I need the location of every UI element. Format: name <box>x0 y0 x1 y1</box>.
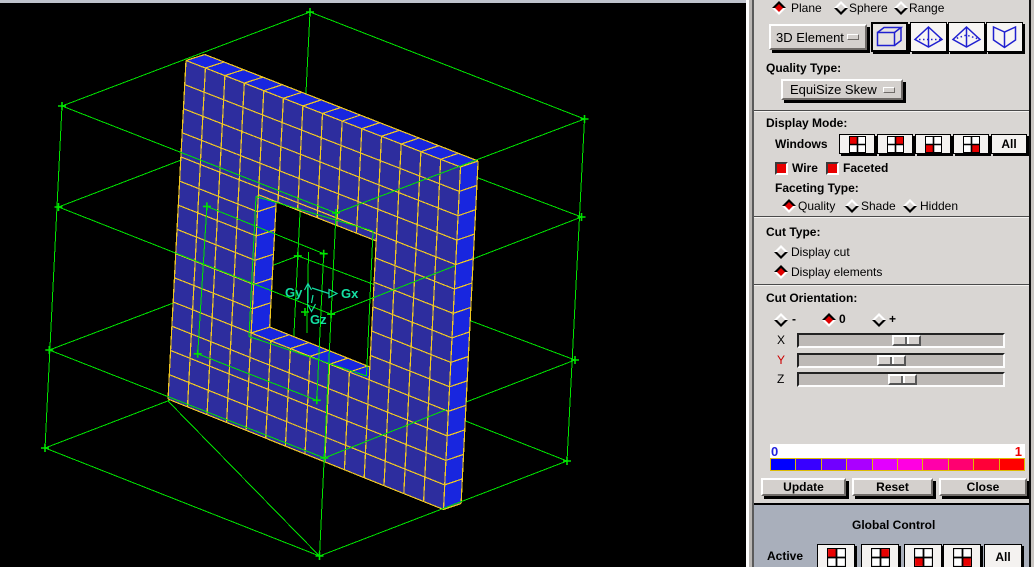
svg-text:Gz: Gz <box>310 312 327 327</box>
svg-text:Gy: Gy <box>285 285 303 300</box>
svg-text:Gx: Gx <box>341 286 359 301</box>
